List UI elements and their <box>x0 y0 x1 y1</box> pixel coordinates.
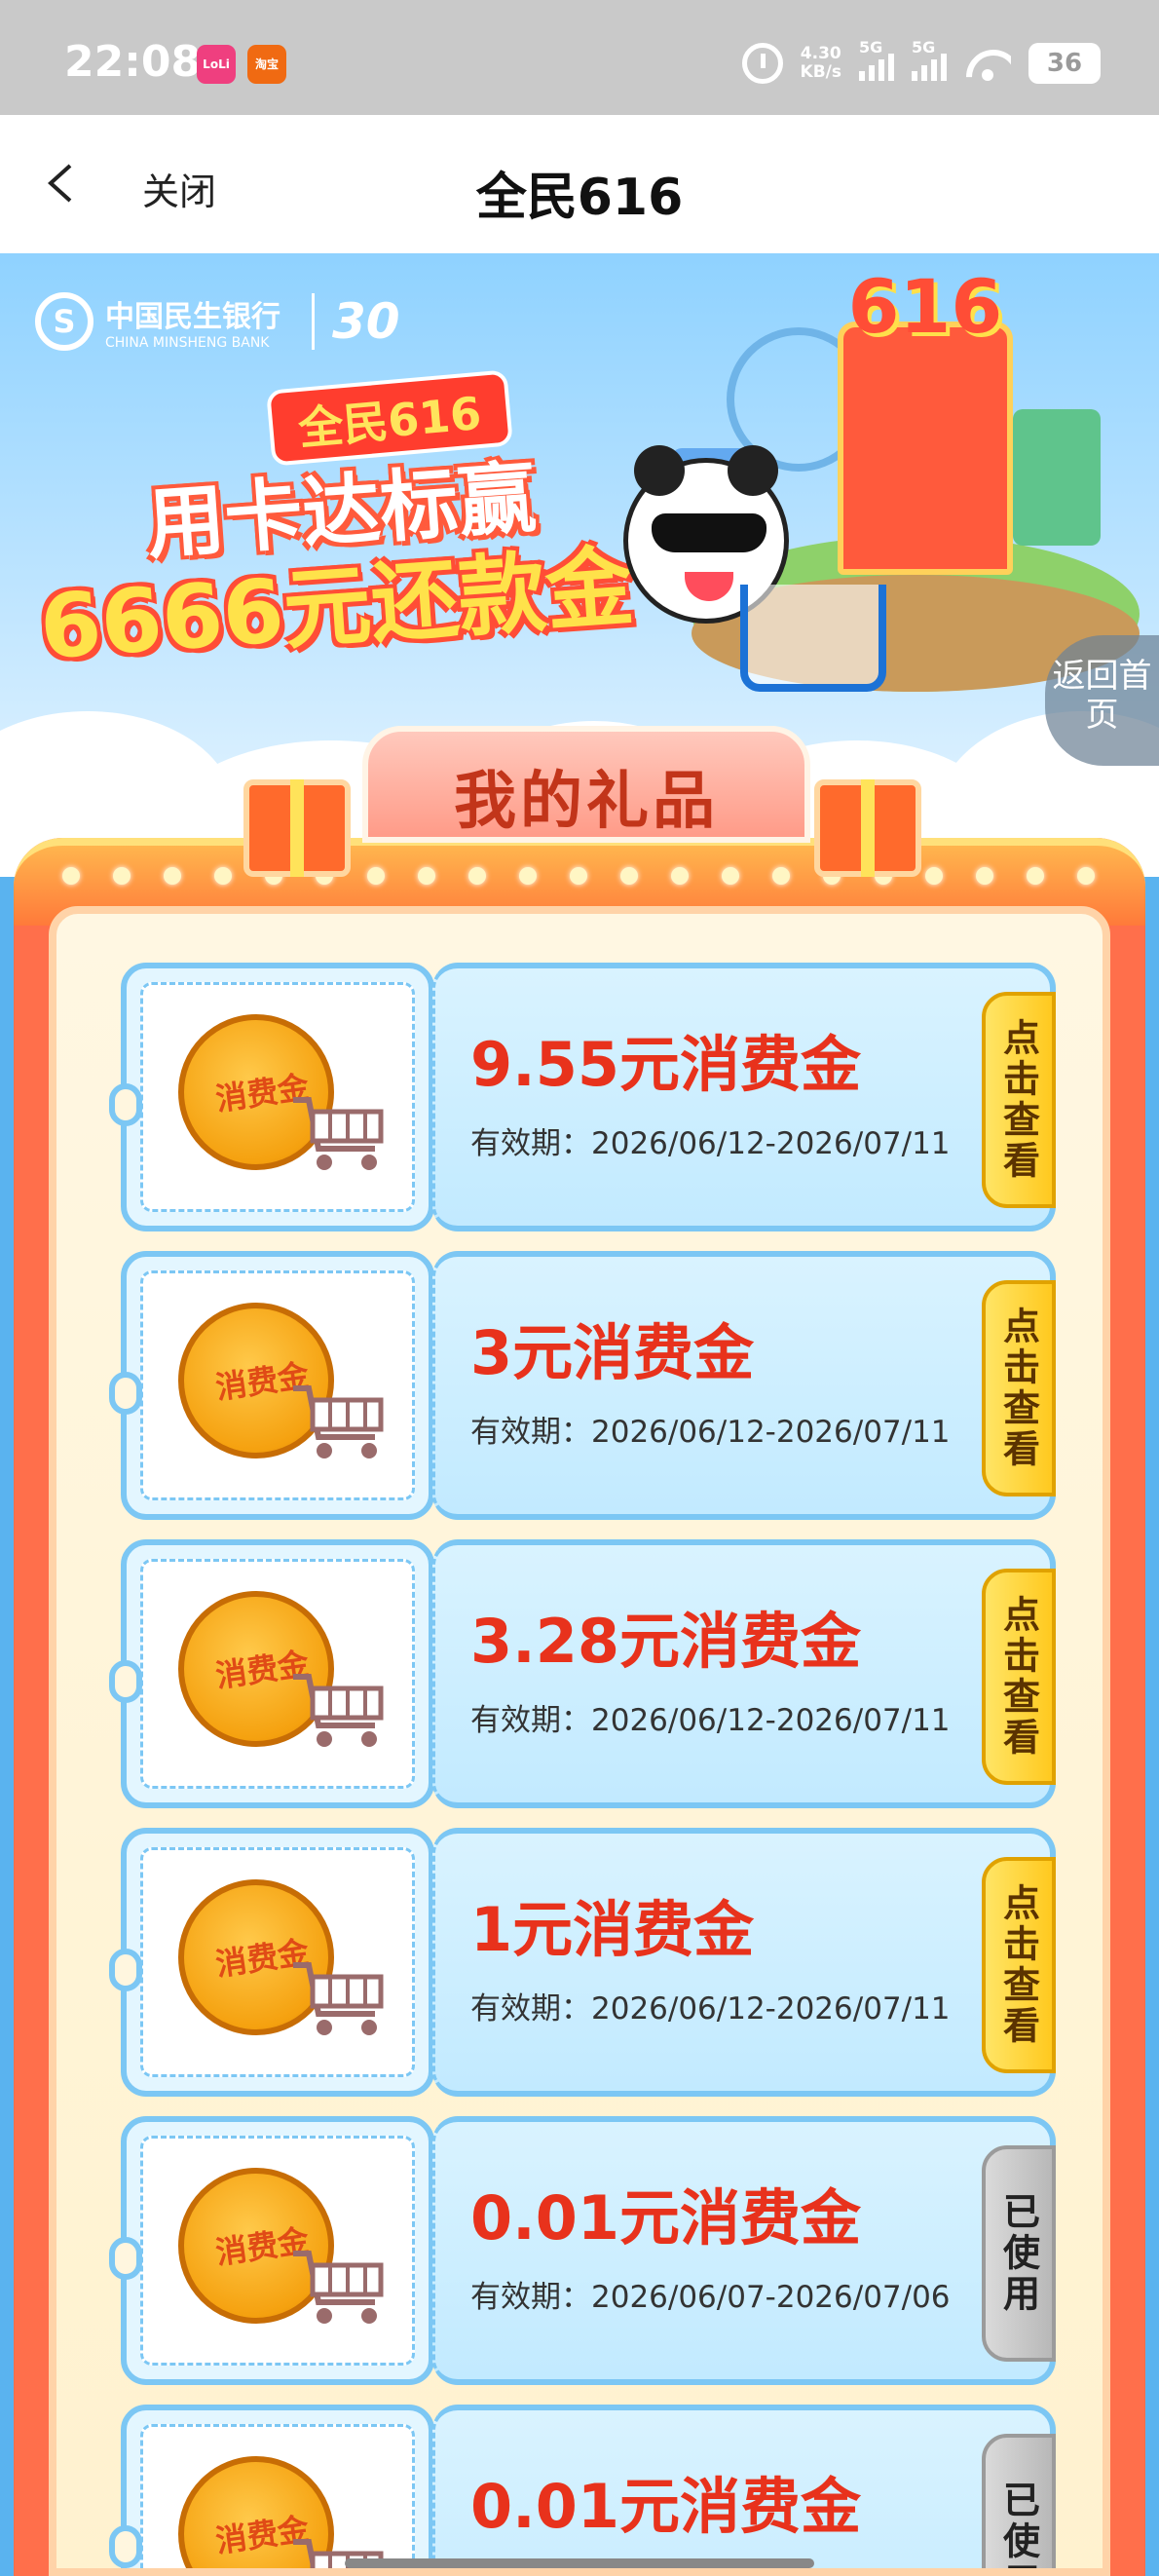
coupon-info: 3.28元消费金 有效期：2026/06/12-2026/07/11 点击查看 <box>432 1539 1056 1808</box>
status-indicators: 4.30 KB/s 5G 5G 36 <box>741 38 1101 88</box>
coupon-card-2: 消费金 3元消费金 有效期：2026/06/12-2026/07/11 点击查看 <box>109 1251 1056 1520</box>
app-notification-icon: LoLi <box>197 45 236 84</box>
shopping-cart-icon <box>293 2251 384 2324</box>
campaign-reward: 6666元还款金 <box>36 535 638 680</box>
anniversary-mark: 30 <box>312 293 400 350</box>
bank-name: 中国民生银行 <box>105 300 280 334</box>
coupon-amount: 0.01元消费金 <box>470 2182 861 2254</box>
gift-box-icon <box>814 779 921 877</box>
mall-building <box>838 322 1013 575</box>
status-bar: 22:08 LoLi 淘宝 4.30 KB/s 5G 5G 36 <box>0 0 1159 115</box>
signal-icon: 5G <box>912 38 947 81</box>
view-coupon-button[interactable]: 点击查看 <box>982 1857 1056 2073</box>
shopping-cart-illustration <box>740 585 886 692</box>
coupon-card-4: 消费金 1元消费金 有效期：2026/06/12-2026/07/11 点击查看 <box>109 1828 1056 2097</box>
gift-frame: 消费金 9.55元消费金 有效期：2026/06/12-2026/07/11 点… <box>14 838 1145 2576</box>
network-speed-unit: KB/s <box>800 62 841 82</box>
gift-list: 消费金 9.55元消费金 有效期：2026/06/12-2026/07/11 点… <box>49 906 1110 2576</box>
coupon-card-3: 消费金 3.28元消费金 有效期：2026/06/12-2026/07/11 点… <box>109 1539 1056 1808</box>
home-indicator[interactable] <box>345 2558 814 2568</box>
view-coupon-button[interactable]: 点击查看 <box>982 1569 1056 1785</box>
shopping-cart-icon <box>293 1962 384 2035</box>
wifi-icon <box>964 46 1011 81</box>
coupon-validity: 有效期：2026/06/12-2026/07/11 <box>470 1126 951 1161</box>
used-status-button[interactable]: 已使用 <box>982 2434 1056 2568</box>
back-home-button[interactable]: 返回首页 <box>1045 635 1159 766</box>
bank-emblem-icon <box>35 292 93 351</box>
coupon-card-5: 消费金 0.01元消费金 有效期：2026/06/07-2026/07/06 已… <box>109 2116 1056 2385</box>
gift-section-header: 我的礼品 <box>362 726 810 843</box>
signal-label: 5G <box>859 38 883 57</box>
coupon-image-area: 消费金 <box>109 963 434 1231</box>
coupon-image-area: 消费金 <box>109 1539 434 1808</box>
shopping-cart-icon <box>293 1385 384 1458</box>
network-speed: 4.30 KB/s <box>801 45 841 82</box>
coupon-info: 0.01元消费金 已使用 <box>432 2405 1056 2568</box>
coupon-card-1: 消费金 9.55元消费金 有效期：2026/06/12-2026/07/11 点… <box>109 963 1056 1231</box>
bank-logo: 中国民生银行 CHINA MINSHENG BANK 30 <box>35 292 400 351</box>
coupon-amount: 3.28元消费金 <box>470 1606 861 1677</box>
coupon-card-6: 消费金 0.01元消费金 已使用 <box>109 2405 1056 2568</box>
coupon-image-area: 消费金 <box>109 2116 434 2385</box>
app-notification-icon: 淘宝 <box>247 45 286 84</box>
coupon-amount: 9.55元消费金 <box>470 1029 861 1100</box>
coupon-amount: 3元消费金 <box>470 1317 755 1388</box>
coupon-image-area: 消费金 <box>109 1251 434 1520</box>
coupon-validity: 有效期：2026/06/12-2026/07/11 <box>470 1991 951 2027</box>
view-coupon-button[interactable]: 点击查看 <box>982 1280 1056 1496</box>
coupon-info: 0.01元消费金 有效期：2026/06/07-2026/07/06 已使用 <box>432 2116 1056 2385</box>
coupon-info: 9.55元消费金 有效期：2026/06/12-2026/07/11 点击查看 <box>432 963 1056 1231</box>
shopping-cart-icon <box>293 1097 384 1170</box>
alarm-icon <box>741 43 783 84</box>
coupon-validity: 有效期：2026/06/12-2026/07/11 <box>470 1415 951 1450</box>
signal-label: 5G <box>912 38 936 57</box>
gift-section-title: 我的礼品 <box>454 766 719 838</box>
nav-bar: 关闭 全民616 <box>0 115 1159 253</box>
battery-icon: 36 <box>1028 43 1101 84</box>
status-time: 22:08 <box>64 37 202 87</box>
coupon-validity: 有效期：2026/06/12-2026/07/11 <box>470 1703 951 1738</box>
coupon-validity: 有效期：2026/06/07-2026/07/06 <box>470 2280 951 2315</box>
coupon-amount: 1元消费金 <box>470 1894 755 1965</box>
page-title: 全民616 <box>475 169 684 227</box>
used-status-button[interactable]: 已使用 <box>982 2145 1056 2362</box>
mall-sign: 616 <box>847 263 1003 350</box>
network-speed-value: 4.30 <box>800 44 841 63</box>
coupon-image-area: 消费金 <box>109 2405 434 2568</box>
coupon-amount: 0.01元消费金 <box>470 2471 861 2542</box>
signal-icon: 5G <box>859 38 894 81</box>
bank-name-en: CHINA MINSHENG BANK <box>105 335 270 351</box>
coupon-info: 1元消费金 有效期：2026/06/12-2026/07/11 点击查看 <box>432 1828 1056 2097</box>
shopping-cart-icon <box>293 2539 384 2568</box>
gift-box-icon <box>243 779 351 877</box>
coupon-info: 3元消费金 有效期：2026/06/12-2026/07/11 点击查看 <box>432 1251 1056 1520</box>
shopping-cart-icon <box>293 1674 384 1747</box>
coupon-image-area: 消费金 <box>109 1828 434 2097</box>
view-coupon-button[interactable]: 点击查看 <box>982 992 1056 1208</box>
